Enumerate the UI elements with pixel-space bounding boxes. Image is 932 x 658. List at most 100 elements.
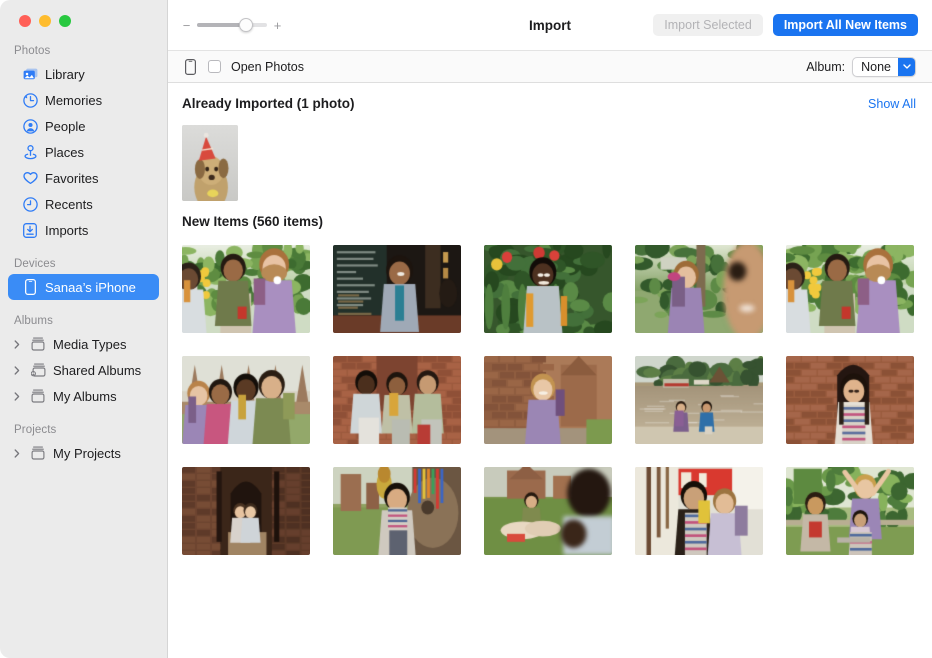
chevron-right-icon[interactable] — [10, 392, 23, 401]
sidebar-section-spacer — [0, 409, 167, 421]
photo-thumbnail[interactable] — [786, 467, 914, 555]
photo-image — [182, 245, 310, 333]
photo-thumbnail[interactable] — [484, 467, 612, 555]
zoom-slider[interactable]: − + — [182, 19, 282, 32]
maximize-button[interactable] — [59, 15, 71, 27]
sidebar-item-label: Media Types — [53, 337, 126, 352]
photo-thumbnail[interactable] — [182, 467, 310, 555]
photo-thumbnail[interactable] — [635, 467, 763, 555]
import-icon — [22, 222, 38, 238]
main-area: − + Import Import Selected Import All Ne… — [168, 0, 932, 658]
import-selected-button[interactable]: Import Selected — [653, 14, 763, 36]
sidebar-sections: Photos Library Memories People Places Favorit… — [0, 42, 167, 466]
sidebar-item-label: Shared Albums — [53, 363, 141, 378]
photo-image — [333, 467, 461, 555]
sidebar-item-people[interactable]: People — [8, 113, 159, 139]
sidebar-item-label: People — [45, 119, 85, 134]
import-all-new-items-button[interactable]: Import All New Items — [773, 14, 918, 36]
sidebar-item-label: My Albums — [53, 389, 117, 404]
heart-icon — [22, 170, 38, 186]
device-options-bar: Open Photos Album: None — [168, 50, 932, 83]
library-icon — [22, 66, 38, 82]
sidebar-item-places[interactable]: Places — [8, 139, 159, 165]
iphone-icon — [22, 279, 38, 295]
sidebar-item-recents[interactable]: Recents — [8, 191, 159, 217]
people-icon — [22, 118, 38, 134]
photo-image — [635, 467, 763, 555]
photo-thumbnail[interactable] — [182, 356, 310, 444]
already-imported-grid — [168, 111, 932, 201]
show-all-link[interactable]: Show All — [868, 97, 916, 111]
sidebar-item-label: Sanaa’s iPhone — [45, 280, 136, 295]
new-items-grid — [168, 229, 932, 555]
sidebar-item-label: Places — [45, 145, 84, 160]
sidebar-section-spacer — [0, 243, 167, 255]
album-label: Album: — [806, 60, 845, 74]
iphone-icon — [182, 59, 198, 75]
sidebar-item-my-projects[interactable]: My Projects — [8, 440, 159, 466]
shared-album-icon — [30, 362, 46, 378]
album-icon — [30, 445, 46, 461]
photo-image — [484, 245, 612, 333]
sidebar-item-imports[interactable]: Imports — [8, 217, 159, 243]
photo-image — [786, 245, 914, 333]
zoom-slider-track[interactable] — [197, 23, 267, 27]
toolbar-actions: Import Selected Import All New Items — [653, 14, 918, 36]
sidebar-item-label: Imports — [45, 223, 88, 238]
photo-thumbnail[interactable] — [484, 245, 612, 333]
sidebar-section-title-photos: Photos — [0, 42, 167, 61]
zoom-out-icon[interactable]: − — [182, 19, 191, 32]
new-items-title: New Items (560 items) — [182, 214, 323, 229]
chevron-down-icon — [898, 58, 915, 76]
sidebar-item-library[interactable]: Library — [8, 61, 159, 87]
import-content[interactable]: Already Imported (1 photo) Show All New … — [168, 83, 932, 658]
sidebar-item-media-types[interactable]: Media Types — [8, 331, 159, 357]
places-icon — [22, 144, 38, 160]
sidebar-item-shared-albums[interactable]: Shared Albums — [8, 357, 159, 383]
sidebar-item-sanaa-s-iphone[interactable]: Sanaa’s iPhone — [8, 274, 159, 300]
chevron-right-icon[interactable] — [10, 340, 23, 349]
sidebar-item-label: Library — [45, 67, 85, 82]
album-dropdown[interactable]: None — [852, 57, 916, 77]
chevron-right-icon[interactable] — [10, 449, 23, 458]
album-icon — [30, 336, 46, 352]
sidebar-item-favorites[interactable]: Favorites — [8, 165, 159, 191]
toolbar: − + Import Import Selected Import All Ne… — [168, 0, 932, 50]
photo-image — [182, 125, 238, 201]
already-imported-title: Already Imported (1 photo) — [182, 96, 355, 111]
photo-thumbnail[interactable] — [786, 356, 914, 444]
photo-image — [484, 467, 612, 555]
sidebar-section-title-albums: Albums — [0, 312, 167, 331]
photo-thumbnail[interactable] — [786, 245, 914, 333]
photo-thumbnail[interactable] — [484, 356, 612, 444]
sidebar-item-memories[interactable]: Memories — [8, 87, 159, 113]
new-items-header: New Items (560 items) — [168, 201, 932, 229]
sidebar-item-my-albums[interactable]: My Albums — [8, 383, 159, 409]
photo-thumbnail[interactable] — [182, 125, 238, 201]
photo-thumbnail[interactable] — [635, 245, 763, 333]
window-controls — [0, 0, 167, 42]
photo-thumbnail[interactable] — [333, 245, 461, 333]
photo-image — [484, 356, 612, 444]
album-icon — [30, 388, 46, 404]
zoom-in-icon[interactable]: + — [273, 19, 282, 32]
photo-image — [333, 356, 461, 444]
photo-thumbnail[interactable] — [635, 356, 763, 444]
clock-icon — [22, 196, 38, 212]
zoom-slider-thumb[interactable] — [239, 18, 253, 32]
photos-import-window: Photos Library Memories People Places Favorit… — [0, 0, 932, 658]
photo-image — [635, 356, 763, 444]
sidebar-section-title-projects: Projects — [0, 421, 167, 440]
chevron-right-icon[interactable] — [10, 366, 23, 375]
sidebar-section-title-devices: Devices — [0, 255, 167, 274]
photo-image — [182, 467, 310, 555]
minimize-button[interactable] — [39, 15, 51, 27]
photo-image — [182, 356, 310, 444]
photo-thumbnail[interactable] — [333, 467, 461, 555]
photo-image — [333, 245, 461, 333]
close-button[interactable] — [19, 15, 31, 27]
open-photos-checkbox[interactable] — [208, 60, 221, 73]
photo-image — [786, 356, 914, 444]
photo-thumbnail[interactable] — [182, 245, 310, 333]
photo-thumbnail[interactable] — [333, 356, 461, 444]
